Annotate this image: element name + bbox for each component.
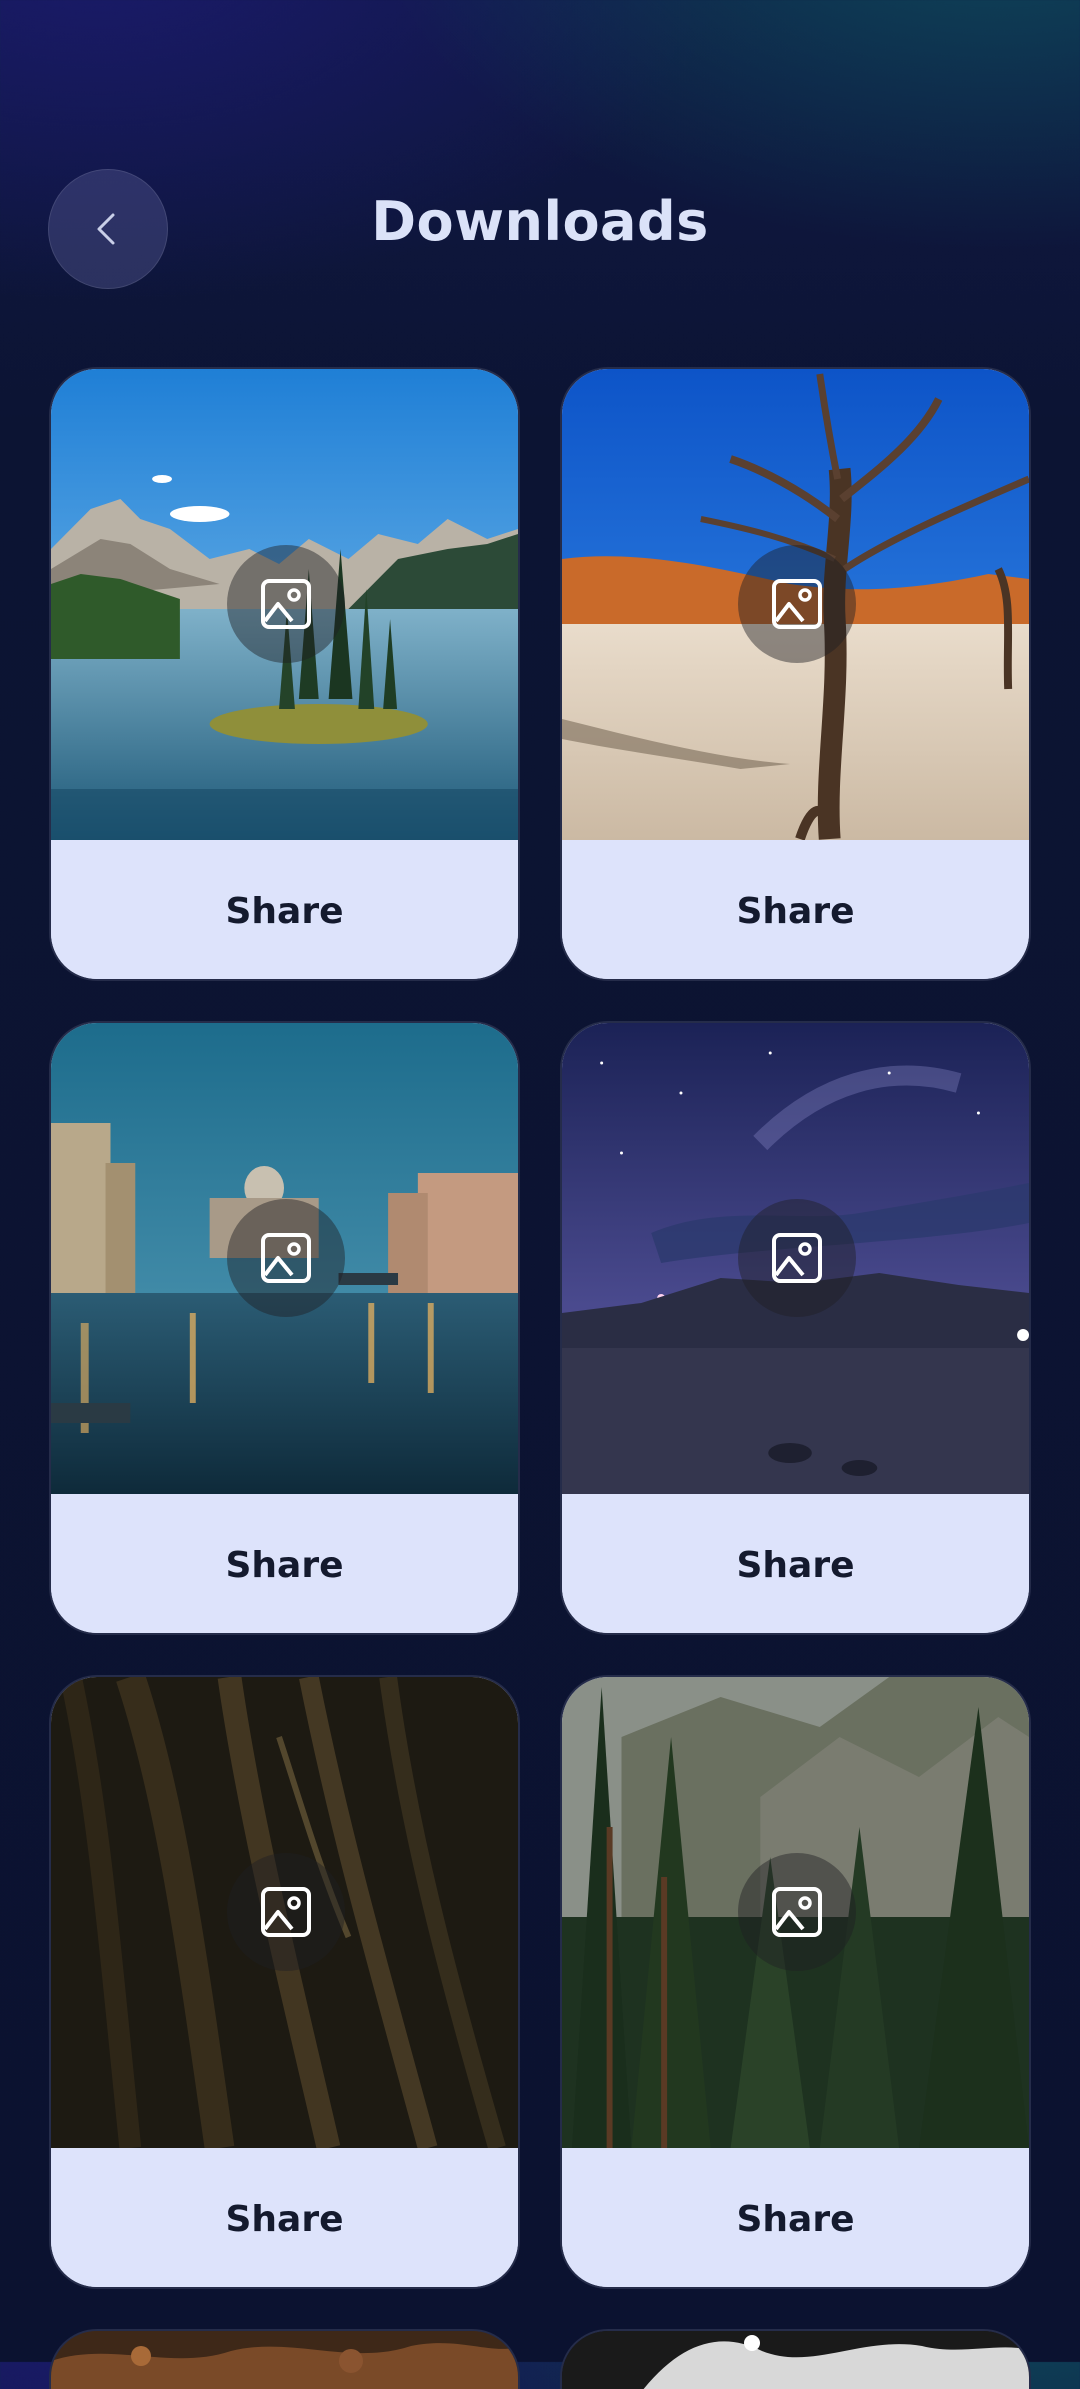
download-thumbnail[interactable]	[51, 1677, 518, 2148]
image-badge	[738, 1853, 856, 1971]
download-thumbnail[interactable]	[51, 369, 518, 840]
download-card[interactable]: Share	[560, 1675, 1031, 2289]
image-icon	[261, 579, 311, 629]
image-icon	[772, 1887, 822, 1937]
image-icon	[772, 579, 822, 629]
share-button[interactable]: Share	[51, 2148, 518, 2287]
monochrome-photo	[562, 2331, 1029, 2389]
image-badge	[227, 1853, 345, 1971]
download-card-partial[interactable]	[49, 2329, 520, 2389]
share-button[interactable]: Share	[562, 2148, 1029, 2287]
page-title: Downloads	[371, 190, 709, 253]
share-button[interactable]: Share	[562, 840, 1029, 979]
image-icon	[261, 1233, 311, 1283]
image-icon	[261, 1887, 311, 1937]
image-badge	[738, 1199, 856, 1317]
download-card[interactable]: Share	[49, 1675, 520, 2289]
image-icon	[772, 1233, 822, 1283]
download-thumbnail[interactable]	[562, 1023, 1029, 1494]
download-card[interactable]: Share	[49, 1021, 520, 1635]
download-thumbnail[interactable]	[562, 1677, 1029, 2148]
download-thumbnail[interactable]	[562, 369, 1029, 840]
download-card[interactable]: Share	[560, 1021, 1031, 1635]
share-button[interactable]: Share	[51, 1494, 518, 1633]
autumn-photo	[51, 2331, 518, 2389]
download-card[interactable]: Share	[560, 367, 1031, 981]
download-card-partial[interactable]	[560, 2329, 1031, 2389]
image-badge	[227, 545, 345, 663]
image-badge	[738, 545, 856, 663]
share-button[interactable]: Share	[51, 840, 518, 979]
download-thumbnail[interactable]	[51, 1023, 518, 1494]
share-button[interactable]: Share	[562, 1494, 1029, 1633]
image-badge	[227, 1199, 345, 1317]
download-card[interactable]: Share	[49, 367, 520, 981]
header: Downloads	[0, 0, 1080, 330]
